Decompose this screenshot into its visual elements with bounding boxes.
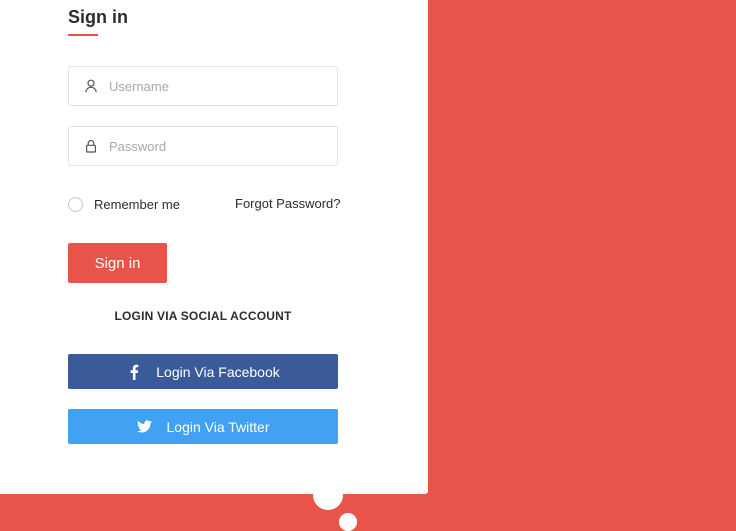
title-underline	[68, 34, 98, 36]
username-field[interactable]	[68, 66, 338, 106]
twitter-icon	[137, 419, 153, 435]
decorative-dot	[313, 480, 343, 510]
facebook-login-label: Login Via Facebook	[156, 363, 280, 380]
user-icon	[84, 79, 98, 93]
remember-me-label: Remember me	[94, 196, 180, 212]
facebook-icon	[126, 364, 142, 380]
decorative-dot-small	[339, 513, 357, 531]
signin-card: Sign in Remember me Forgot Password? Sig…	[0, 0, 428, 494]
username-input[interactable]	[109, 67, 329, 105]
signin-button[interactable]: Sign in	[68, 243, 167, 283]
twitter-login-button[interactable]: Login Via Twitter	[68, 409, 338, 444]
password-input[interactable]	[109, 127, 329, 165]
remember-me[interactable]: Remember me	[68, 195, 180, 213]
page-title: Sign in	[68, 7, 128, 27]
social-login-heading: LOGIN VIA SOCIAL ACCOUNT	[114, 309, 292, 323]
remember-me-radio[interactable]	[68, 196, 83, 212]
twitter-login-label: Login Via Twitter	[166, 418, 270, 435]
facebook-login-button[interactable]: Login Via Facebook	[68, 354, 338, 389]
forgot-password-link[interactable]: Forgot Password?	[235, 195, 341, 213]
lock-icon	[84, 139, 98, 153]
password-field[interactable]	[68, 126, 338, 166]
